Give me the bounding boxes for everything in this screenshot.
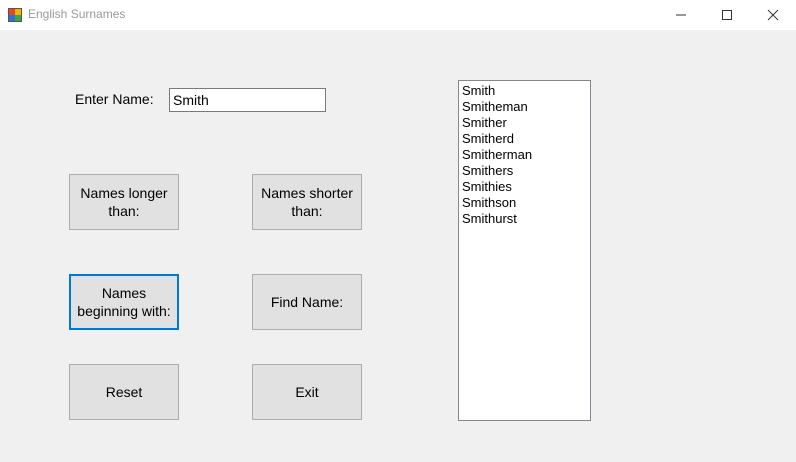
list-item[interactable]: Smithies bbox=[462, 179, 587, 195]
names-beginning-with-button[interactable]: Names beginning with: bbox=[69, 274, 179, 330]
list-item[interactable]: Smithurst bbox=[462, 211, 587, 227]
find-name-button[interactable]: Find Name: bbox=[252, 274, 362, 330]
names-shorter-than-button[interactable]: Names shorter than: bbox=[252, 174, 362, 230]
list-item[interactable]: Smithson bbox=[462, 195, 587, 211]
names-longer-than-button[interactable]: Names longer than: bbox=[69, 174, 179, 230]
title-bar[interactable]: English Surnames bbox=[0, 0, 796, 30]
close-icon bbox=[767, 9, 779, 21]
list-item[interactable]: Smither bbox=[462, 115, 587, 131]
app-icon bbox=[8, 8, 22, 22]
window-title: English Surnames bbox=[28, 7, 126, 21]
list-item[interactable]: Smith bbox=[462, 83, 587, 99]
maximize-icon bbox=[722, 10, 732, 20]
results-listbox[interactable]: Smith Smitheman Smither Smitherd Smither… bbox=[458, 80, 591, 421]
name-input[interactable] bbox=[169, 88, 326, 112]
list-item[interactable]: Smitheman bbox=[462, 99, 587, 115]
exit-button[interactable]: Exit bbox=[252, 364, 362, 420]
close-button[interactable] bbox=[750, 0, 796, 30]
reset-button[interactable]: Reset bbox=[69, 364, 179, 420]
minimize-icon bbox=[676, 14, 686, 16]
maximize-button[interactable] bbox=[704, 0, 750, 30]
list-item[interactable]: Smitherman bbox=[462, 147, 587, 163]
list-item[interactable]: Smitherd bbox=[462, 131, 587, 147]
enter-name-label: Enter Name: bbox=[75, 91, 154, 107]
minimize-button[interactable] bbox=[658, 0, 704, 30]
list-item[interactable]: Smithers bbox=[462, 163, 587, 179]
